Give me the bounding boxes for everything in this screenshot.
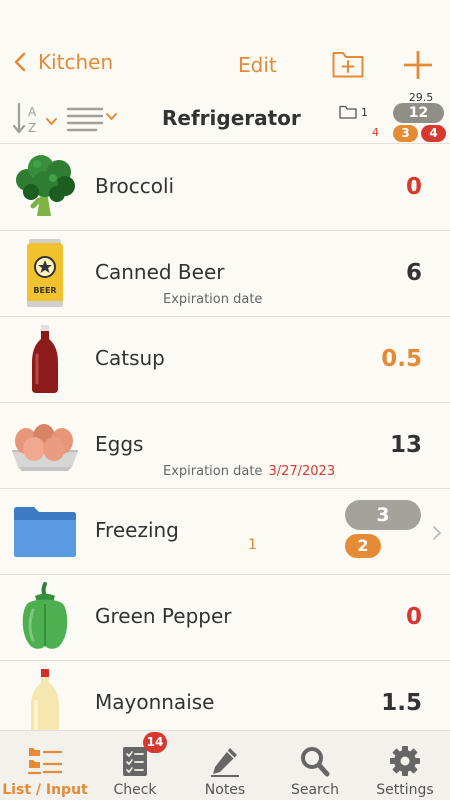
tab-label: Search — [290, 782, 340, 798]
mayonnaise-bottle-icon — [10, 667, 80, 730]
broccoli-icon — [10, 151, 80, 223]
item-name: Green Pepper — [95, 604, 232, 628]
tab-notes[interactable]: Notes — [180, 731, 270, 800]
item-quantity: 0 — [405, 604, 422, 630]
tab-bar: List / Input 14 Check Notes Search Setti… — [0, 730, 450, 800]
out-of-stock-badge: 4 — [421, 125, 446, 142]
tab-label: List / Input — [2, 782, 88, 798]
item-list: Broccoli 0 BEER Canned Beer 6 Expiration… — [0, 145, 450, 730]
catsup-bottle-icon — [10, 323, 80, 395]
item-name: Broccoli — [95, 174, 175, 198]
navigation-bar: Kitchen Edit — [0, 0, 450, 95]
list-item[interactable]: Catsup 0.5 — [0, 317, 450, 403]
search-icon — [301, 747, 330, 777]
list-input-icon — [28, 748, 62, 775]
expiration-label: Expiration date — [163, 464, 263, 479]
beer-can-icon: BEER — [10, 237, 80, 309]
expired-count-text: 4 — [372, 126, 379, 139]
svg-text:A: A — [28, 105, 37, 119]
expiration-date: 3/27/2023 — [268, 464, 336, 479]
add-icon[interactable] — [404, 51, 432, 79]
list-header: A Z Refrigerator 1 29.5 12 4 3 4 — [0, 91, 450, 144]
sort-az-icon[interactable]: A Z — [12, 101, 60, 135]
folder-item-count-badge: 3 — [345, 500, 421, 530]
tab-check[interactable]: 14 Check — [90, 731, 180, 800]
list-item[interactable]: BEER Canned Beer 6 Expiration date — [0, 231, 450, 317]
folder-name: Freezing — [95, 518, 179, 542]
checklist-icon — [123, 747, 147, 776]
list-view-icon[interactable] — [66, 103, 120, 133]
eggs-icon — [10, 409, 80, 481]
item-quantity: 13 — [389, 432, 422, 458]
tab-list-input[interactable]: List / Input — [0, 731, 90, 800]
green-pepper-icon — [10, 581, 80, 653]
check-count-badge: 14 — [143, 732, 167, 753]
item-name: Catsup — [95, 346, 165, 370]
low-stock-badge: 3 — [393, 125, 418, 142]
list-title: Refrigerator — [162, 106, 301, 130]
item-name: Mayonnaise — [95, 690, 215, 714]
folder-outline-icon — [339, 105, 357, 119]
folder-count: 1 — [361, 106, 368, 119]
expiration-info: Expiration date — [163, 292, 262, 307]
svg-text:BEER: BEER — [33, 286, 56, 295]
list-item[interactable]: Mayonnaise 1.5 — [0, 661, 450, 730]
edit-button[interactable]: Edit — [238, 53, 277, 77]
item-name: Canned Beer — [95, 260, 225, 284]
folder-icon — [10, 495, 80, 567]
tab-settings[interactable]: Settings — [360, 731, 450, 800]
item-quantity: 1.5 — [381, 690, 422, 716]
folder-row[interactable]: Freezing 1 3 2 — [0, 489, 450, 575]
item-quantity: 0.5 — [381, 346, 422, 372]
item-quantity: 6 — [405, 260, 422, 286]
svg-text:Z: Z — [28, 121, 36, 135]
list-item[interactable]: Green Pepper 0 — [0, 575, 450, 661]
expiration-info: Expiration date 3/27/2023 — [163, 464, 335, 479]
expiration-label: Expiration date — [163, 292, 263, 307]
tab-search[interactable]: Search — [270, 731, 360, 800]
item-name: Eggs — [95, 432, 144, 456]
folder-low-stock-badge: 2 — [345, 534, 381, 558]
chevron-left-icon — [14, 52, 26, 72]
chevron-right-icon — [433, 526, 441, 540]
item-count-badge: 12 — [393, 103, 444, 123]
tab-label: Check — [113, 782, 157, 798]
list-item[interactable]: Eggs 13 Expiration date 3/27/2023 — [0, 403, 450, 489]
item-quantity: 0 — [405, 174, 422, 200]
gear-icon — [390, 746, 420, 776]
tab-label: Notes — [204, 782, 246, 798]
list-item[interactable]: Broccoli 0 — [0, 145, 450, 231]
tab-label: Settings — [376, 782, 434, 798]
back-button[interactable]: Kitchen — [14, 50, 113, 74]
add-folder-icon[interactable] — [332, 50, 364, 78]
folder-subfolder-count: 1 — [248, 537, 257, 553]
back-label: Kitchen — [38, 50, 114, 74]
pencil-icon — [211, 748, 239, 777]
